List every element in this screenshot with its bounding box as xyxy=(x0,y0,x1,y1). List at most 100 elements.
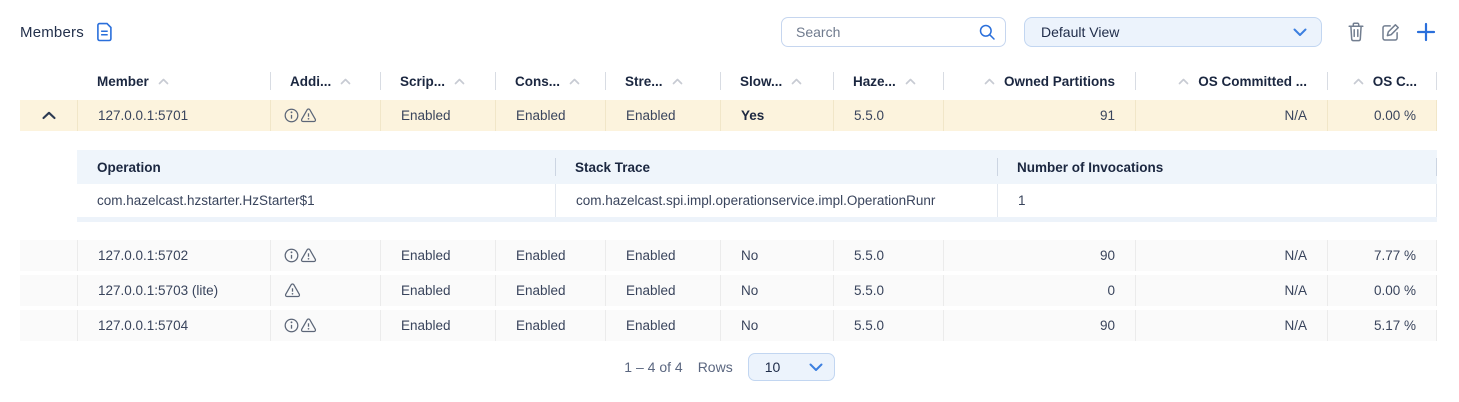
detail-column-header: Operation xyxy=(77,150,555,184)
members-table-header: Member Addi... Scrip... Cons...Stre... Slow.… xyxy=(20,66,1437,96)
info-icon xyxy=(284,318,299,333)
cell-streaming: Enabled xyxy=(605,240,720,271)
cell-additional xyxy=(270,100,380,131)
table-row[interactable]: 127.0.0.1:5702EnabledEnabledEnabledNo5.5… xyxy=(20,240,1437,271)
sort-icon xyxy=(1178,78,1189,85)
info-icon xyxy=(284,108,299,123)
column-header-owned-partitions[interactable]: Owned Partitions xyxy=(943,66,1135,96)
column-header-label: Haze... xyxy=(853,74,896,89)
search-wrap xyxy=(781,17,1006,47)
cell-console: Enabled xyxy=(495,240,605,271)
cell-console: Enabled xyxy=(495,275,605,306)
cell-owned-partitions: 91 xyxy=(943,100,1135,131)
plus-icon xyxy=(1415,21,1437,43)
column-header-member[interactable]: Member xyxy=(77,66,270,96)
top-bar: Members Default View xyxy=(0,0,1459,64)
warning-icon xyxy=(284,283,301,298)
chevron-up-icon xyxy=(42,111,56,120)
cell-hazelcast-version: 5.5.0 xyxy=(833,240,943,271)
column-header-label: Member xyxy=(97,74,149,89)
column-header-additional[interactable]: Addi... xyxy=(270,66,380,96)
column-header-label: OS Committed ... xyxy=(1198,74,1307,89)
table-row[interactable]: 127.0.0.1:5701EnabledEnabledEnabledYes5.… xyxy=(20,100,1437,131)
expander-column-header xyxy=(20,66,77,96)
cell-hazelcast-version: 5.5.0 xyxy=(833,275,943,306)
cell-os-cpu: 0.00 % xyxy=(1327,100,1437,131)
rows-per-page-value: 10 xyxy=(765,359,781,375)
cell-scripting: Enabled xyxy=(380,240,495,271)
members-table: Member Addi... Scrip... Cons...Stre... Slow.… xyxy=(20,66,1437,345)
view-select[interactable]: Default View xyxy=(1024,17,1322,47)
cell-owned-partitions: 90 xyxy=(943,310,1135,341)
detail-cell: com.hazelcast.spi.impl.operationservice.… xyxy=(555,184,997,217)
cell-additional xyxy=(270,275,380,306)
cell-slow-operations: No xyxy=(720,275,833,306)
expand-row-toggle[interactable] xyxy=(20,100,77,131)
column-header-hazelcast-version[interactable]: Haze... xyxy=(833,66,943,96)
chevron-down-icon xyxy=(1293,28,1307,37)
detail-table-header: OperationStack TraceNumber of Invocation… xyxy=(77,150,1437,184)
search-input[interactable] xyxy=(781,17,1006,47)
cell-slow-operations: Yes xyxy=(720,100,833,131)
cell-hazelcast-version: 5.5.0 xyxy=(833,100,943,131)
cell-additional xyxy=(270,240,380,271)
cell-slow-operations: No xyxy=(720,310,833,341)
expand-row-toggle[interactable] xyxy=(20,275,77,306)
cell-scripting: Enabled xyxy=(380,310,495,341)
search-icon[interactable] xyxy=(978,23,996,41)
column-header-label: Scrip... xyxy=(400,74,445,89)
column-header-slow-operations[interactable]: Slow... xyxy=(720,66,833,96)
cell-os-cpu: 5.17 % xyxy=(1327,310,1437,341)
expand-row-toggle[interactable] xyxy=(20,240,77,271)
title-group: Members xyxy=(20,22,114,42)
cell-os-committed: N/A xyxy=(1135,100,1327,131)
detail-column-header: Stack Trace xyxy=(555,150,997,184)
toolbar-actions xyxy=(1334,19,1439,45)
cell-streaming: Enabled xyxy=(605,310,720,341)
cell-owned-partitions: 90 xyxy=(943,240,1135,271)
cell-console: Enabled xyxy=(495,100,605,131)
trash-icon xyxy=(1346,21,1366,43)
sort-icon xyxy=(454,78,465,85)
cell-member: 127.0.0.1:5702 xyxy=(77,240,270,271)
sort-icon xyxy=(905,78,916,85)
column-header-streaming[interactable]: Stre... xyxy=(605,66,720,96)
pagination: 1 – 4 of 4 Rows 10 xyxy=(0,350,1459,384)
document-icon[interactable] xyxy=(95,22,114,42)
column-header-os-cpu[interactable]: OS C... xyxy=(1327,66,1437,96)
cell-additional xyxy=(270,310,380,341)
cell-owned-partitions: 0 xyxy=(943,275,1135,306)
sort-icon xyxy=(791,78,802,85)
table-row[interactable]: 127.0.0.1:5704EnabledEnabledEnabledNo5.5… xyxy=(20,310,1437,341)
sort-icon xyxy=(569,78,580,85)
edit-view-button[interactable] xyxy=(1378,20,1403,45)
detail-table-row: com.hazelcast.hzstarter.HzStarter$1com.h… xyxy=(77,184,1437,217)
cell-streaming: Enabled xyxy=(605,100,720,131)
expanded-detail-table: OperationStack TraceNumber of Invocation… xyxy=(77,150,1437,222)
column-header-scripting[interactable]: Scrip... xyxy=(380,66,495,96)
sort-icon xyxy=(158,78,169,85)
view-select-value: Default View xyxy=(1041,24,1119,40)
column-header-os-committed[interactable]: OS Committed ... xyxy=(1135,66,1327,96)
column-header-console[interactable]: Cons... xyxy=(495,66,605,96)
column-header-label: OS C... xyxy=(1373,74,1417,89)
warning-icon xyxy=(300,248,317,263)
add-view-button[interactable] xyxy=(1413,19,1439,45)
table-row[interactable]: 127.0.0.1:5703 (lite)EnabledEnabledEnabl… xyxy=(20,275,1437,306)
edit-icon xyxy=(1380,22,1401,43)
cell-member: 127.0.0.1:5704 xyxy=(77,310,270,341)
delete-view-button[interactable] xyxy=(1344,19,1368,45)
cell-console: Enabled xyxy=(495,310,605,341)
sort-icon xyxy=(984,78,995,85)
cell-member: 127.0.0.1:5701 xyxy=(77,100,270,131)
column-header-label: Slow... xyxy=(740,74,782,89)
warning-icon xyxy=(300,318,317,333)
cell-slow-operations: No xyxy=(720,240,833,271)
cell-hazelcast-version: 5.5.0 xyxy=(833,310,943,341)
expand-row-toggle[interactable] xyxy=(20,310,77,341)
rows-per-page-select[interactable]: 10 xyxy=(748,353,835,381)
members-table-body: 127.0.0.1:5701EnabledEnabledEnabledYes5.… xyxy=(20,100,1437,341)
cell-os-cpu: 0.00 % xyxy=(1327,275,1437,306)
cell-os-committed: N/A xyxy=(1135,240,1327,271)
chevron-down-icon xyxy=(809,363,823,372)
